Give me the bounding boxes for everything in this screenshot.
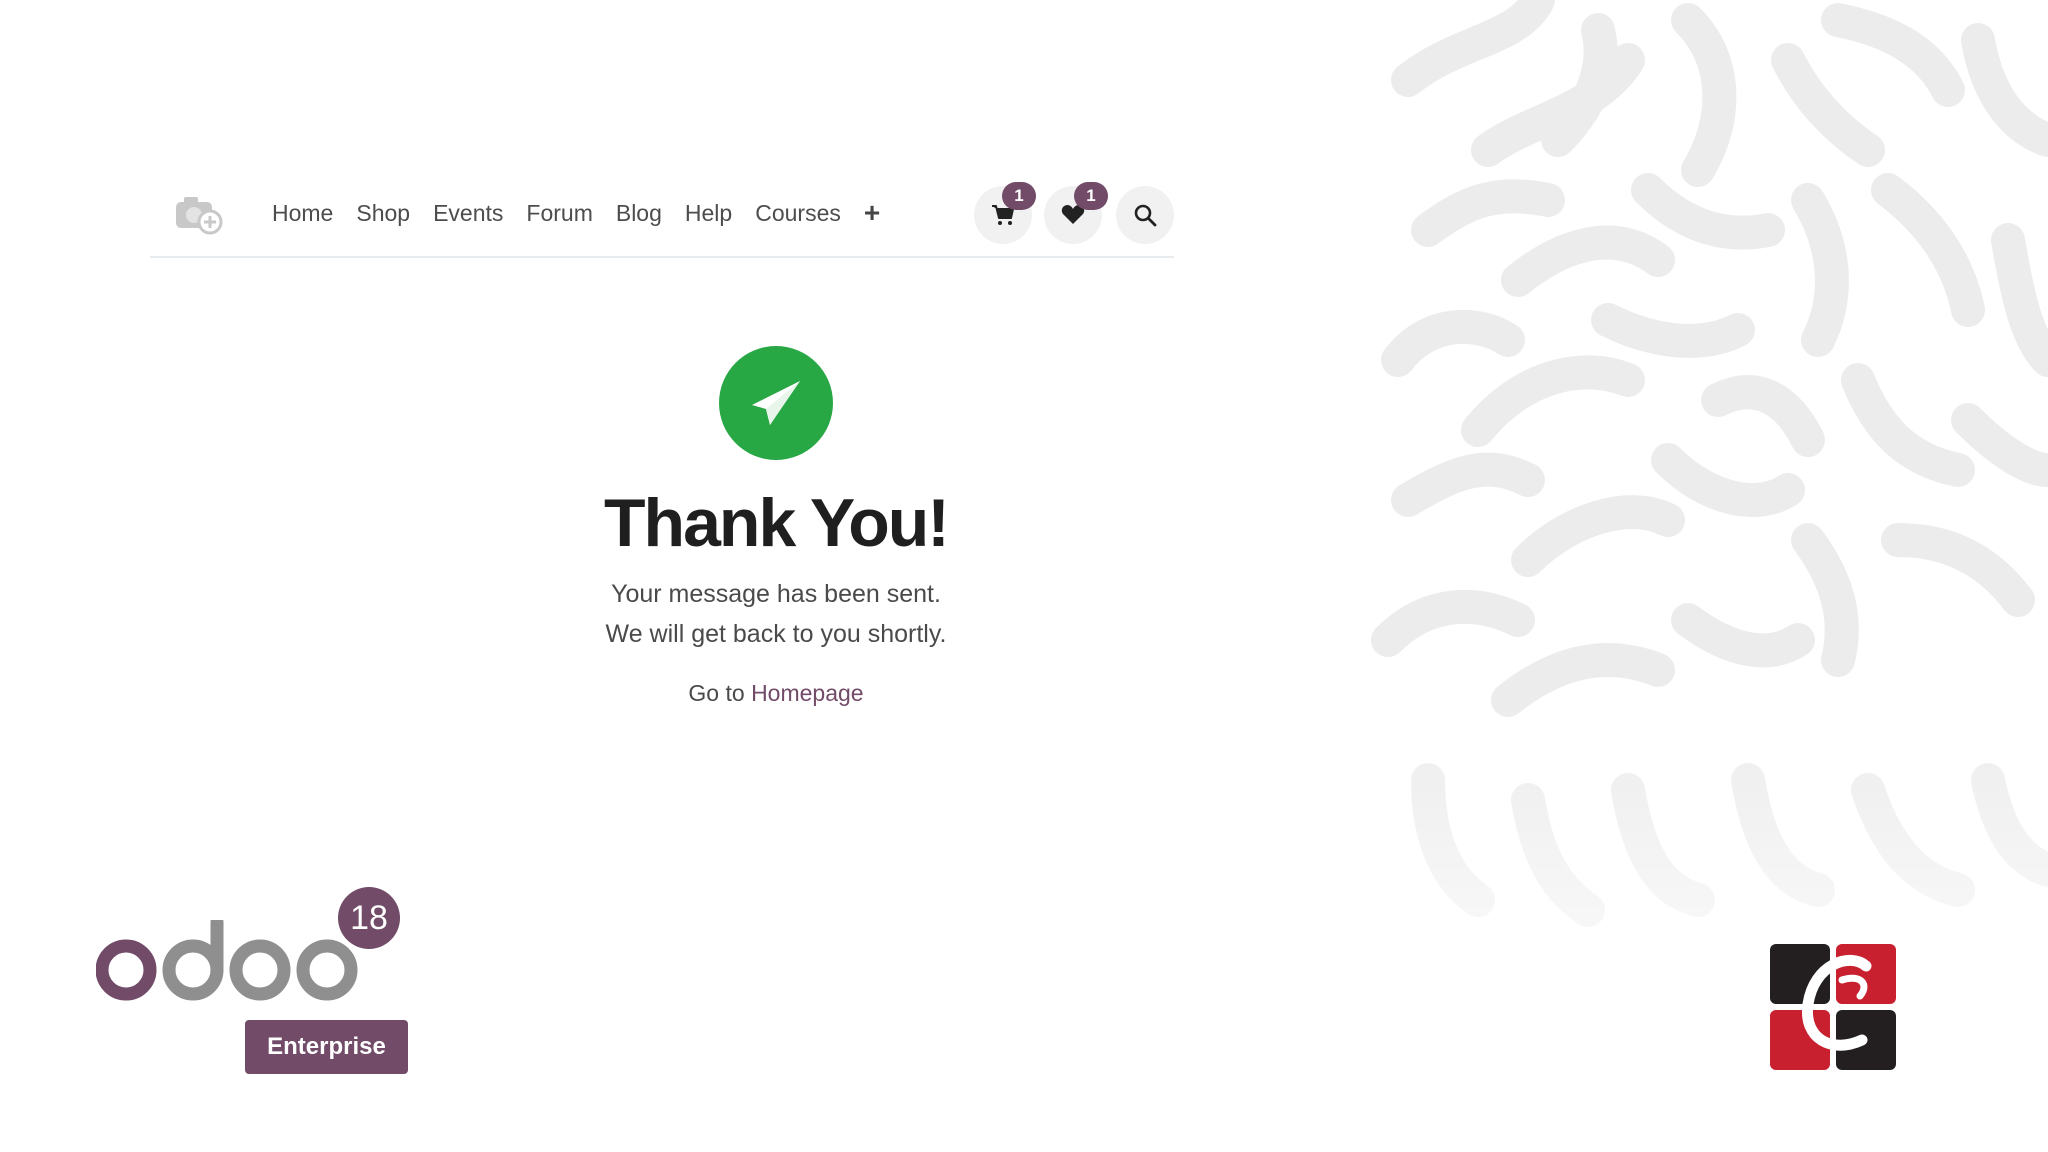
confirmation-message-line1: Your message has been sent. [611, 580, 941, 608]
odoo-logo [95, 915, 366, 1004]
paper-plane-icon [719, 346, 833, 460]
nav-item-shop[interactable]: Shop [356, 200, 410, 227]
version-badge: 18 [338, 887, 400, 949]
nav-item-home[interactable]: Home [272, 200, 333, 227]
search-button[interactable] [1116, 186, 1174, 244]
nav-item-courses[interactable]: Courses [755, 200, 841, 227]
partner-logo [1770, 944, 1896, 1070]
page: Home Shop Events Forum Blog Help Courses… [0, 0, 2048, 1152]
pattern-fade [1368, 700, 2048, 1152]
go-to-homepage-link[interactable]: Go to Homepage [576, 680, 976, 707]
nav-item-events[interactable]: Events [433, 200, 503, 227]
thank-you-title: Thank You! [604, 485, 950, 561]
homepage-link-text[interactable]: Homepage [751, 680, 864, 706]
nav-item-help[interactable]: Help [685, 200, 732, 227]
add-menu-item-button[interactable]: + [864, 197, 880, 229]
camera-plus-icon[interactable] [174, 194, 224, 236]
search-icon [1134, 204, 1157, 227]
main-menu: Home Shop Events Forum Blog Help Courses… [272, 178, 880, 248]
wishlist-count-badge: 1 [1074, 182, 1108, 210]
nav-item-blog[interactable]: Blog [616, 200, 662, 227]
edition-label: Enterprise [245, 1020, 408, 1074]
confirmation-message-line2: We will get back to you shortly. [605, 620, 947, 648]
homepage-link-prefix: Go to [688, 680, 752, 706]
cart-count-badge: 1 [1002, 182, 1036, 210]
nav-item-forum[interactable]: Forum [526, 200, 592, 227]
